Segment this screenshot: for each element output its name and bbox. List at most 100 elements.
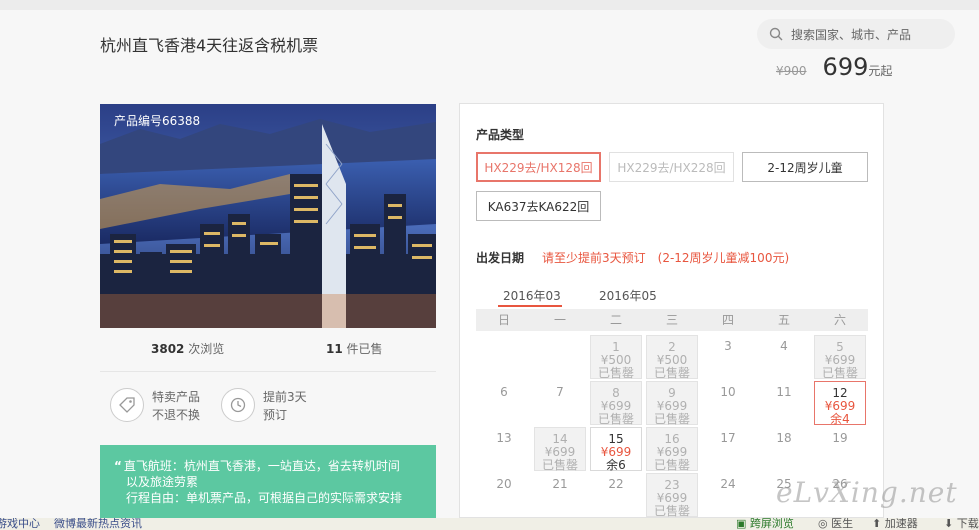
search-placeholder: 搜索国家、城市、产品 (791, 27, 912, 42)
day-number: 6 (500, 385, 508, 399)
day-number: 22 (608, 477, 624, 491)
views-label: 次浏览 (188, 342, 225, 356)
day-availability: 已售罄 (653, 504, 690, 518)
search-box[interactable]: 搜索国家、城市、产品 (757, 19, 955, 49)
product-stats: 3802 次浏览 11 件已售 (100, 340, 436, 360)
calendar-day-19: 19 (814, 427, 866, 471)
option-hx229-hx128[interactable]: HX229去/HX128回 (476, 152, 601, 182)
calendar-day-23: 23 ¥699 已售罄 (646, 473, 698, 518)
search-icon (769, 27, 783, 41)
weekday-sun: 日 (497, 313, 510, 327)
day-number: 23 (664, 478, 680, 492)
calendar-day-11: 11 (758, 381, 810, 425)
day-availability: 余4 (830, 412, 850, 426)
product-highlights: “直飞航班：杭州直飞香港，一站直达，省去转机时间 以及旅途劳累 行程自由：单机票… (100, 445, 436, 518)
calendar-day-9: 9 ¥699 已售罄 (646, 381, 698, 426)
calendar-day-16: 16 ¥699 已售罄 (646, 427, 698, 472)
calendar-day-10: 10 (702, 381, 754, 425)
day-availability: 已售罄 (653, 412, 690, 426)
day-number: 4 (780, 339, 788, 353)
day-number: 24 (720, 477, 736, 491)
day-number: 21 (552, 477, 568, 491)
day-availability: 已售罄 (597, 366, 634, 380)
weekday-thu: 四 (721, 313, 734, 327)
departure-date-label: 出发日期 (476, 251, 525, 265)
month-tab-2016-03[interactable]: 2016年03 (503, 287, 561, 304)
calendar-day-24: 24 (702, 473, 754, 517)
calendar-day-5: 5 ¥699 已售罄 (814, 335, 866, 380)
highlight-line3: 行程自由：单机票产品，可根据自己的实际需求安排 (126, 491, 403, 505)
product-code: 产品编号66388 (114, 114, 201, 128)
calendar-day-22: 22 (590, 473, 642, 517)
day-number: 20 (496, 477, 512, 491)
sold-count: 11 (326, 342, 343, 356)
accelerator-button[interactable]: ⬆ 加速器 (872, 518, 918, 530)
divider (100, 371, 436, 372)
active-month-indicator (498, 305, 562, 307)
product-photo: 产品编号66388 (100, 104, 436, 328)
day-number: 9 (668, 386, 676, 400)
calendar-day-14: 14 ¥699 已售罄 (534, 427, 586, 472)
calendar-day-15[interactable]: 15 ¥699 余6 (590, 427, 642, 472)
weekday-header: 日 一 二 三 四 五 六 (476, 309, 868, 331)
calendar-day-7: 7 (534, 381, 586, 425)
calendar-day-6: 6 (478, 381, 530, 425)
quote-icon: “ (114, 459, 122, 473)
original-price: ¥900 (776, 64, 807, 78)
feature-special-sale: 特卖产品 不退不换 (110, 388, 200, 424)
day-number: 15 (608, 432, 624, 446)
day-number: 19 (832, 431, 848, 445)
price-block: ¥900 699 元起 (776, 53, 892, 81)
day-availability: 已售罄 (597, 412, 634, 426)
highlight-line2: 以及旅途劳累 (126, 475, 199, 489)
day-availability: 余6 (606, 458, 626, 472)
booking-note: 请至少提前3天预订 (2-12周岁儿童减100元) (542, 251, 790, 265)
sold-label: 件已售 (346, 342, 383, 356)
product-type-label: 产品类型 (476, 128, 525, 142)
weekday-fri: 五 (777, 313, 790, 327)
month-tab-2016-05[interactable]: 2016年05 (599, 287, 657, 304)
calendar-day-18: 18 (758, 427, 810, 471)
calendar-day-3: 3 (702, 335, 754, 379)
cross-screen-button[interactable]: ▣ 跨屏浏览 (736, 518, 794, 530)
price-suffix: 元起 (868, 64, 893, 78)
option-hx229-hx228[interactable]: HX229去/HX228回 (609, 152, 734, 182)
day-number: 18 (776, 431, 792, 445)
calendar-day-4: 4 (758, 335, 810, 379)
download-button[interactable]: ⬇ 下载 (944, 518, 979, 530)
day-number: 11 (776, 385, 792, 399)
calendar-day-21: 21 (534, 473, 586, 517)
weekday-tue: 二 (609, 313, 622, 327)
weekday-mon: 一 (553, 313, 566, 327)
views-count: 3802 (151, 342, 185, 356)
status-link-weibo[interactable]: 微博最新热点资讯 (54, 518, 142, 530)
browser-topbar (0, 0, 979, 10)
clock-icon (221, 388, 255, 422)
weekday-wed: 三 (665, 313, 678, 327)
hongkong-skyline-image (100, 104, 436, 328)
calendar-day-1: 1 ¥500 已售罄 (590, 335, 642, 380)
calendar-day-17: 17 (702, 427, 754, 471)
day-number: 14 (552, 432, 568, 446)
feature-line2: 不退不换 (152, 408, 201, 422)
day-number: 13 (496, 431, 512, 445)
status-link-games[interactable]: 游戏中心 (0, 518, 40, 530)
calendar-day-2: 2 ¥500 已售罄 (646, 335, 698, 380)
tag-icon (110, 388, 144, 422)
current-price: 699 (822, 53, 869, 81)
browser-statusbar: 游戏中心 微博最新热点资讯 ▣ 跨屏浏览 ◎ 医生 ⬆ 加速器 ⬇ 下载 (0, 518, 979, 530)
day-number: 7 (556, 385, 564, 399)
doctor-button[interactable]: ◎ 医生 (818, 518, 853, 530)
day-number: 5 (836, 340, 844, 354)
feature-line2: 预订 (263, 408, 288, 422)
day-availability: 已售罄 (653, 458, 690, 472)
day-number: 8 (612, 386, 620, 400)
option-child-2-12[interactable]: 2-12周岁儿童 (742, 152, 868, 182)
day-number: 1 (612, 340, 620, 354)
calendar-day-12[interactable]: 12 ¥699 余4 (814, 381, 866, 426)
option-ka637-ka622[interactable]: KA637去KA622回 (476, 191, 601, 221)
day-number: 3 (724, 339, 732, 353)
day-number: 12 (832, 386, 848, 400)
weekday-sat: 六 (833, 313, 846, 327)
day-number: 16 (664, 432, 680, 446)
